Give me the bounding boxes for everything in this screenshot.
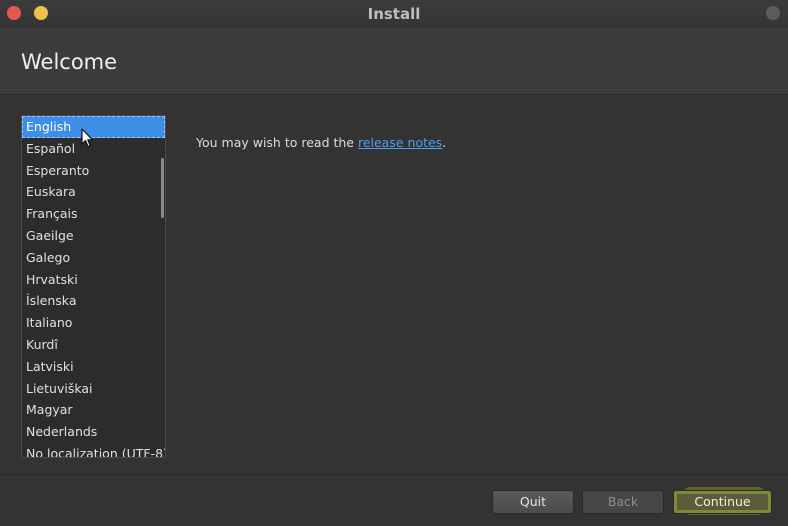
language-item[interactable]: Lietuviškai: [22, 378, 165, 400]
quit-button[interactable]: Quit: [492, 490, 574, 514]
language-item[interactable]: Latviski: [22, 356, 165, 378]
language-item[interactable]: Français: [22, 203, 165, 225]
release-notes-prefix: You may wish to read the: [196, 135, 358, 150]
language-item[interactable]: Italiano: [22, 312, 165, 334]
language-item[interactable]: Nederlands: [22, 421, 165, 443]
language-item[interactable]: Hrvatski: [22, 269, 165, 291]
back-button[interactable]: Back: [582, 490, 664, 514]
language-item[interactable]: Íslenska: [22, 290, 165, 312]
language-item[interactable]: Kurdî: [22, 334, 165, 356]
continue-button[interactable]: Continue: [673, 490, 772, 514]
language-item[interactable]: Magyar: [22, 399, 165, 421]
mouse-pointer-icon: [81, 128, 94, 148]
language-list[interactable]: English Español Esperanto Euskara Français Ga…: [21, 115, 166, 458]
page-header: Welcome: [0, 28, 788, 95]
language-item[interactable]: Gaeilge: [22, 225, 165, 247]
language-list-items: English Español Esperanto Euskara Français Ga…: [22, 116, 165, 457]
installer-window: Install Welcome English Español Esperanto E…: [0, 0, 788, 526]
language-item[interactable]: Esperanto: [22, 160, 165, 182]
release-notes-suffix: .: [442, 135, 447, 150]
page-title: Welcome: [21, 50, 118, 74]
language-item[interactable]: No localization (UTF-8): [22, 443, 165, 457]
footer-divider: [0, 474, 788, 475]
release-notes-link[interactable]: release notes: [358, 135, 442, 150]
language-list-scrollbar[interactable]: [161, 158, 164, 218]
title-bar: Install: [0, 0, 788, 28]
language-item[interactable]: Galego: [22, 247, 165, 269]
maximize-window-button[interactable]: [766, 6, 780, 20]
release-notes-message: You may wish to read the release notes.: [196, 134, 446, 152]
window-title: Install: [367, 5, 421, 23]
language-item[interactable]: Euskara: [22, 181, 165, 203]
